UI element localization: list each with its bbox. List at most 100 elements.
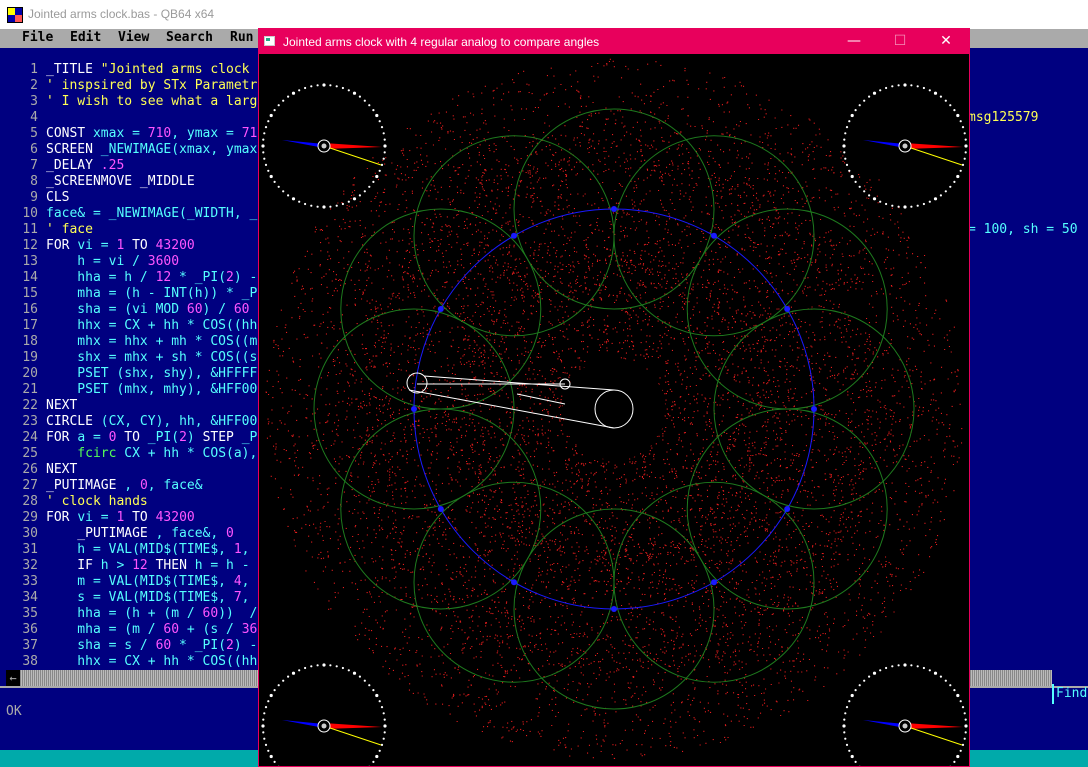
minute-tick — [858, 684, 861, 687]
minute-tick — [879, 89, 882, 92]
line-number: 36 — [22, 622, 38, 637]
code-token: TO — [124, 510, 156, 525]
code-fragment-line5: = 100, sh = 50 — [968, 222, 1078, 237]
minimize-icon[interactable]: — — [831, 29, 877, 54]
code-token: STEP — [202, 430, 242, 445]
minute-tick — [267, 120, 270, 123]
minute-tick — [961, 706, 965, 709]
code-token: 2 — [179, 430, 187, 445]
minute-tick — [903, 205, 907, 209]
line-number: 3 — [30, 94, 38, 109]
line-number: 5 — [30, 126, 38, 141]
menu-view[interactable]: View — [118, 29, 149, 46]
minute-tick — [291, 197, 296, 201]
minute-tick — [848, 749, 851, 752]
scroll-left-icon[interactable]: ← — [6, 670, 20, 686]
menu-run[interactable]: Run — [230, 29, 253, 46]
minute-tick — [963, 157, 966, 160]
code-token: , — [241, 590, 250, 605]
minute-tick — [854, 760, 857, 764]
line-number: 14 — [22, 270, 38, 285]
minute-tick — [372, 109, 375, 112]
menu-search[interactable]: Search — [166, 29, 213, 46]
minute-tick — [959, 700, 962, 703]
minute-tick — [382, 737, 385, 740]
code-token: mha = (h - INT(h)) * _P — [46, 286, 258, 301]
minute-tick — [382, 157, 385, 160]
code-token: , ymax = — [171, 126, 242, 141]
ide-titlebar[interactable]: Jointed arms clock.bas - QB64 x64 — [0, 0, 1088, 29]
maximize-icon[interactable]: ☐ — [877, 29, 923, 54]
code-token: 60 — [163, 622, 180, 637]
code-token: ) - — [233, 270, 258, 285]
hour-mark — [511, 579, 517, 586]
code-token: CIRCLE — [46, 414, 101, 429]
minute-tick — [858, 104, 861, 107]
minute-tick — [928, 89, 931, 92]
code-token: NEXT — [46, 462, 78, 477]
minute-tick — [287, 675, 290, 678]
code-token: _P — [241, 430, 258, 445]
line-number: 13 — [22, 254, 38, 269]
minute-tick — [910, 664, 913, 667]
minute-tick — [922, 666, 926, 670]
code-token: 12 — [132, 558, 148, 573]
code-token: hha = h / — [46, 270, 156, 285]
line-number: 30 — [22, 526, 38, 541]
minute-tick — [380, 163, 384, 166]
minute-tick — [868, 95, 871, 98]
minute-tick — [879, 669, 882, 672]
minute-tick — [891, 204, 894, 207]
minute-tick — [916, 85, 919, 88]
minute-tick — [848, 169, 851, 172]
minute-tick — [928, 200, 931, 203]
minute-tick — [264, 743, 268, 747]
minute-tick — [903, 663, 907, 667]
code-right-fragments: msg125579 = 100, sh = 50 — [968, 78, 1078, 270]
code-token: _NEWIMAGE(xmax, ymax — [100, 142, 258, 157]
code-token: 71 — [241, 126, 258, 141]
line-number: 7 — [30, 158, 38, 173]
minute-tick — [885, 86, 888, 90]
minute-tick — [287, 194, 290, 197]
hour-mark — [611, 206, 617, 212]
minute-tick — [368, 185, 371, 188]
hour-mark — [437, 306, 444, 312]
code-token: 1 — [233, 542, 242, 557]
code-token: _DELAY — [46, 158, 101, 173]
minute-tick — [845, 163, 849, 166]
minute-tick — [964, 718, 967, 721]
code-token: 12 — [155, 270, 172, 285]
code-token: a = — [77, 430, 109, 445]
minute-tick — [263, 157, 266, 160]
minute-tick — [269, 693, 273, 698]
code-token: shx = mhx + sh * COS((s — [46, 350, 258, 365]
close-icon[interactable]: ✕ — [923, 29, 969, 54]
code-token: ) — [186, 430, 203, 445]
menu-edit[interactable]: Edit — [70, 29, 101, 46]
line-number: 33 — [22, 574, 38, 589]
minute-tick — [383, 144, 387, 148]
clock-hub-dot — [902, 143, 908, 149]
code-fragment-line2: msg125579 — [968, 110, 1039, 125]
code-token: , — [241, 542, 250, 557]
program-titlebar[interactable]: Jointed arms clock with 4 regular analog… — [259, 29, 969, 54]
code-token: sha = (vi MOD — [46, 302, 187, 317]
minute-tick — [863, 190, 866, 193]
code-token: , face&, — [155, 526, 227, 541]
minute-tick — [378, 120, 381, 123]
code-token: ) / — [202, 302, 234, 317]
code-token: 60 — [233, 302, 250, 317]
code-token: mha = (m / — [46, 622, 164, 637]
line-number: 25 — [22, 446, 38, 461]
minute-tick — [261, 724, 265, 728]
minute-tick — [273, 760, 276, 764]
code-token: _PUTIMAGE — [46, 478, 125, 493]
menu-file[interactable]: File — [22, 29, 53, 46]
code-token: hhx = CX + hh * COS((hh — [46, 318, 258, 333]
find-button[interactable]: Find — [1052, 684, 1088, 704]
minute-tick — [262, 138, 265, 141]
clock-canvas — [259, 54, 969, 766]
minute-tick — [335, 204, 338, 207]
minute-tick — [910, 205, 913, 208]
